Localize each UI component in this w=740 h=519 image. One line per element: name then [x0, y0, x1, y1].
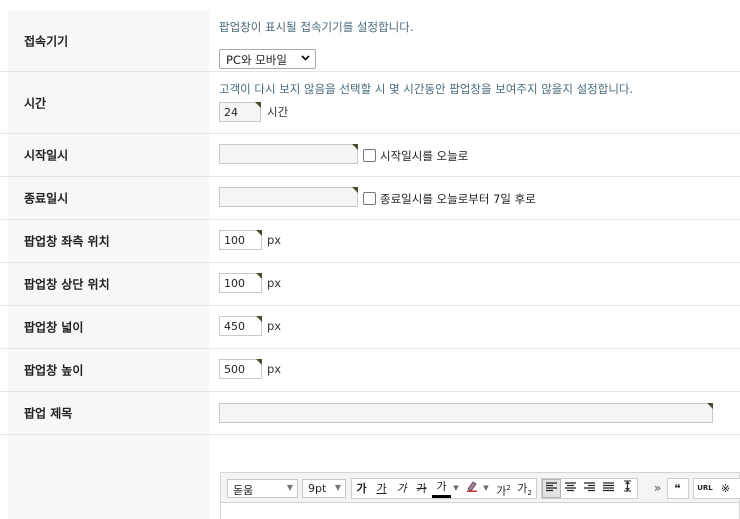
height-label: 팝업창 높이 — [24, 363, 84, 378]
quote-group: ❝ — [667, 478, 689, 499]
width-row: 팝업창 넓이 450 px — [0, 306, 740, 349]
width-input[interactable]: 450 — [219, 316, 262, 336]
time-value-cell: 고객이 다시 보지 않음을 선택할 시 몇 시간동안 팝업창을 보여주지 않을지… — [219, 72, 740, 133]
chevron-down-icon: ▼ — [334, 483, 341, 492]
device-value-cell: 팝업창이 표시될 접속기기를 설정합니다. PC와 모바일 — [219, 10, 740, 71]
align-right-icon[interactable] — [580, 479, 599, 498]
font-size-select[interactable]: 9pt ▼ — [302, 479, 346, 498]
left-pos-input[interactable]: 100 — [219, 230, 262, 250]
start-datetime-input[interactable] — [219, 144, 358, 164]
end-label-cell: 종료일시 — [8, 177, 209, 219]
editor-content-area[interactable] — [220, 503, 740, 519]
left-pos-unit: px — [267, 233, 282, 247]
start-label-cell: 시작일시 — [8, 134, 209, 176]
time-row: 시간 고객이 다시 보지 않음을 선택할 시 몇 시간동안 팝업창을 보여주지 … — [0, 72, 740, 134]
device-row: 접속기기 팝업창이 표시될 접속기기를 설정합니다. PC와 모바일 — [0, 10, 740, 72]
width-value-cell: 450 px — [219, 306, 740, 348]
title-label-cell: 팝업 제목 — [8, 392, 209, 434]
device-label: 접속기기 — [24, 34, 69, 48]
font-color-dropdown[interactable]: ▼ — [451, 479, 461, 498]
left-pos-label-cell: 팝업창 좌측 위치 — [8, 220, 209, 262]
device-select[interactable]: PC와 모바일 — [219, 49, 316, 69]
font-family-select[interactable]: 돋움 ▼ — [227, 479, 298, 498]
font-family-value: 돋움 — [233, 484, 254, 497]
time-unit: 시간 — [267, 105, 289, 119]
device-select-value: PC와 모바일 — [226, 53, 287, 67]
top-pos-label: 팝업창 상단 위치 — [24, 277, 110, 292]
end-week-label: 종료일시를 오늘로부터 7일 후로 — [380, 192, 536, 206]
superscript-button[interactable]: 가2 — [494, 479, 513, 498]
time-label: 시간 — [24, 96, 47, 110]
device-help: 팝업창이 표시될 접속기기를 설정합니다. — [219, 20, 414, 34]
highlight-dropdown[interactable]: ▼ — [481, 479, 491, 498]
text-style-group: 가 가 가 가 가 ▼ ▼ 가2 가2 — [351, 478, 537, 499]
start-value-cell: 시작일시를 오늘로 — [219, 134, 740, 176]
special-char-button[interactable]: ※ — [716, 479, 735, 498]
subscript-button[interactable]: 가2 — [515, 479, 534, 498]
editor-toolbar: 돋움 ▼ 9pt ▼ 가 가 가 가 가 ▼ ▼ 가2 가2 » ❝ URL ※ — [220, 472, 740, 503]
top-pos-label-cell: 팝업창 상단 위치 — [8, 263, 209, 305]
bold-button[interactable]: 가 — [352, 479, 371, 498]
height-label-cell: 팝업창 높이 — [8, 349, 209, 391]
align-center-icon[interactable] — [561, 479, 580, 498]
chevron-down-icon — [301, 53, 310, 65]
url-link-button[interactable]: URL — [694, 479, 716, 498]
insert-group: URL ※ — [693, 478, 740, 499]
title-row: 팝업 제목 — [0, 392, 740, 435]
top-pos-unit: px — [267, 276, 282, 290]
content-label-cell — [8, 435, 209, 519]
font-color-button[interactable]: 가 — [432, 479, 451, 498]
chevron-down-icon: ▼ — [286, 483, 293, 492]
strike-button[interactable]: 가 — [412, 479, 431, 498]
start-today-label: 시작일시를 오늘로 — [380, 149, 469, 163]
end-value-cell: 종료일시를 오늘로부터 7일 후로 — [219, 177, 740, 219]
width-unit: px — [267, 319, 282, 333]
end-label: 종료일시 — [24, 191, 69, 206]
height-unit: px — [267, 362, 282, 376]
title-label: 팝업 제목 — [24, 406, 73, 421]
more-button[interactable]: » — [648, 479, 667, 498]
height-row: 팝업창 높이 500 px — [0, 349, 740, 392]
width-label: 팝업창 넓이 — [24, 320, 84, 335]
device-label-cell: 접속기기 — [8, 10, 209, 71]
end-row: 종료일시 종료일시를 오늘로부터 7일 후로 — [0, 177, 740, 220]
time-input[interactable]: 24 — [219, 102, 261, 122]
top-pos-input[interactable]: 100 — [219, 273, 262, 293]
superscript-label: 가 — [496, 484, 507, 498]
height-input[interactable]: 500 — [219, 359, 262, 379]
italic-button[interactable]: 가 — [392, 479, 411, 498]
time-label-cell: 시간 — [8, 72, 209, 133]
font-size-value: 9pt — [308, 482, 327, 495]
underline-button[interactable]: 가 — [372, 479, 391, 498]
highlight-icon — [466, 481, 478, 495]
quote-icon[interactable]: ❝ — [668, 479, 687, 498]
end-datetime-input[interactable] — [219, 187, 358, 207]
title-value-cell — [219, 392, 740, 434]
height-value-cell: 500 px — [219, 349, 740, 391]
subscript-label: 가 — [517, 482, 528, 495]
title-input[interactable] — [219, 403, 713, 423]
width-label-cell: 팝업창 넓이 — [8, 306, 209, 348]
highlight-button[interactable] — [462, 479, 481, 498]
left-pos-value-cell: 100 px — [219, 220, 740, 262]
start-row: 시작일시 시작일시를 오늘로 — [0, 134, 740, 177]
top-pos-row: 팝업창 상단 위치 100 px — [0, 263, 740, 306]
top-pos-value-cell: 100 px — [219, 263, 740, 305]
align-group — [541, 478, 638, 499]
align-justify-icon[interactable] — [599, 479, 618, 498]
start-today-checkbox[interactable] — [363, 149, 376, 162]
end-week-checkbox[interactable] — [363, 192, 376, 205]
left-pos-label: 팝업창 좌측 위치 — [24, 234, 110, 249]
start-label: 시작일시 — [24, 148, 69, 163]
line-height-icon[interactable] — [618, 479, 637, 498]
time-help: 고객이 다시 보지 않음을 선택할 시 몇 시간동안 팝업창을 보여주지 않을지… — [219, 82, 634, 96]
align-left-icon[interactable] — [542, 479, 561, 498]
left-pos-row: 팝업창 좌측 위치 100 px — [0, 220, 740, 263]
